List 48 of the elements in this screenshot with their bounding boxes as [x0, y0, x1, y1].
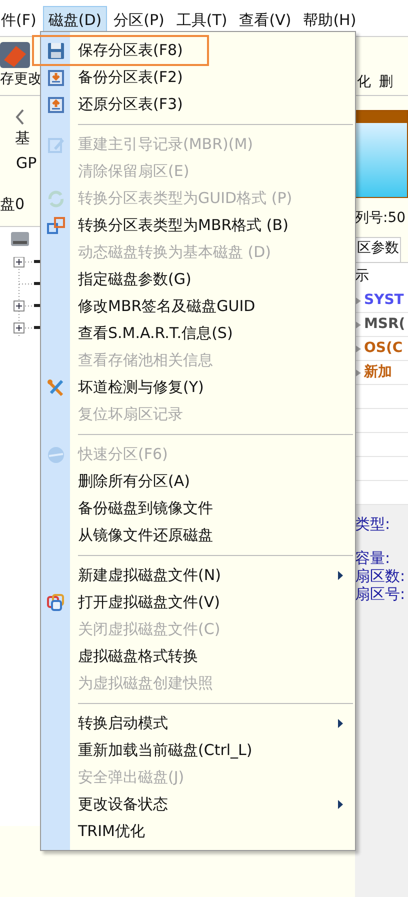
partition-style-text: GP — [16, 152, 38, 174]
partition-name: 新加 — [364, 362, 392, 382]
partition-name: SYST — [364, 291, 404, 310]
detail-label: 扇区数: — [355, 567, 406, 585]
menu-item[interactable]: 备份分区表(F2) — [41, 64, 355, 91]
menu-item[interactable]: TRIM优化 — [41, 818, 355, 845]
serial-number-text: 列号:50 — [355, 209, 407, 228]
detail-label: 容量: — [355, 549, 392, 567]
menu-bar-item[interactable]: 件(F) — [0, 6, 42, 34]
partition-name: MSR( — [364, 315, 406, 334]
menu-item[interactable]: 从镜像文件还原磁盘 — [41, 522, 355, 549]
menu-item[interactable]: 转换分区表类型为MBR格式 (B) — [41, 212, 355, 239]
toolbar-label: 存更改 — [0, 70, 42, 88]
menu-item[interactable]: 备份磁盘到镜像文件 — [41, 495, 355, 522]
pencil-document-icon — [46, 136, 64, 154]
menu-item[interactable]: 虚拟磁盘格式转换 — [41, 643, 355, 670]
disk-type-text: 基 — [15, 128, 31, 149]
menu-bar-item[interactable]: 分区(P) — [108, 6, 170, 34]
toolbar-label: 化 — [357, 73, 371, 92]
overlapping-squares-icon — [46, 594, 64, 612]
menu-bar-item[interactable]: 帮助(H) — [298, 6, 362, 34]
refresh-icon — [46, 190, 64, 208]
menu-bar-item[interactable]: 查看(V) — [234, 6, 296, 34]
eraser-icon — [0, 40, 32, 70]
partition-name: OS(C — [364, 339, 403, 358]
tab[interactable]: 区参数 — [355, 237, 401, 262]
menu-item[interactable]: 打开虚拟磁盘文件(V) — [41, 589, 355, 616]
menu-item[interactable]: 更改设备状态 — [41, 791, 355, 818]
disk-label-text: 盘0 — [0, 194, 26, 215]
menu-item[interactable]: 保存分区表(F8) — [34, 37, 207, 64]
menu-item[interactable]: 新建虚拟磁盘文件(N) — [41, 562, 355, 589]
menu-item[interactable]: 指定磁盘参数(G) — [41, 266, 355, 293]
detail-label: 扇区号: — [355, 585, 406, 603]
menu-bar-item[interactable]: 工具(T) — [171, 6, 232, 34]
menu-item[interactable]: 删除所有分区(A) — [41, 468, 355, 495]
menu-item[interactable]: 还原分区表(F3) — [41, 91, 355, 118]
column-header: 示 — [355, 267, 370, 286]
menu-item[interactable]: 修改MBR签名及磁盘GUID — [41, 293, 355, 320]
menu-item[interactable]: 查看S.M.A.R.T.信息(S) — [41, 320, 355, 347]
wrench-screwdriver-icon — [46, 378, 64, 396]
menu-item[interactable]: 坏道检测与修复(Y) — [41, 374, 355, 401]
menu-item[interactable]: 转换启动模式 — [41, 710, 355, 737]
overlapping-squares-icon — [46, 216, 64, 234]
chevron-left-icon — [15, 109, 25, 125]
toolbar-label: 删 — [379, 73, 393, 92]
detail-label: 类型: — [355, 515, 392, 533]
disk-icon — [46, 446, 64, 464]
menu-item[interactable]: 重新加载当前磁盘(Ctrl_L) — [41, 737, 355, 764]
